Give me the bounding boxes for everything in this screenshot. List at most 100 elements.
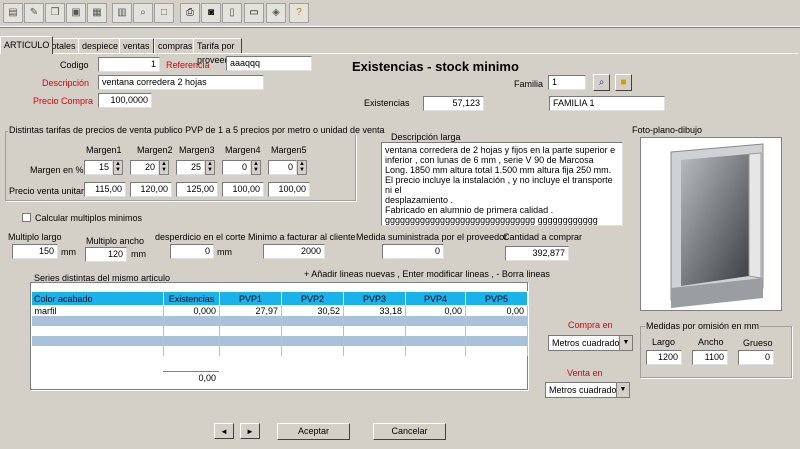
cancelar-button[interactable]: Cancelar [373,423,446,440]
descripcion-field[interactable]: ventana corredera 2 hojas [98,75,264,90]
margen1-spinner[interactable]: ▲ ▼ [113,160,123,175]
margen2-spinner[interactable]: ▲ ▼ [159,160,169,175]
col-pvp4[interactable]: PVP4 [405,291,466,306]
multiplo-ancho-field[interactable]: 120 [85,247,127,262]
largo-field[interactable]: 1200 [646,350,682,365]
precio3-field[interactable]: 125,00 [176,182,218,197]
desperdicio-unit: mm [217,247,232,257]
desc-line: El precio incluye la instalación , y no … [385,175,613,195]
tab-ventas[interactable]: ventas [119,38,154,53]
margen4-spinner[interactable]: ▲ ▼ [251,160,261,175]
margen5-spinner[interactable]: ▲ ▼ [297,160,307,175]
table-row[interactable] [31,346,528,356]
edit-icon[interactable]: ✎ [24,3,44,23]
cantidad-comprar-label: Cantidad a comprar [503,232,583,242]
multiplo-largo-field[interactable]: 150 [12,244,58,259]
margen2-field[interactable]: 20 [130,160,159,175]
table-row[interactable] [31,316,528,326]
multiplo-largo-unit: mm [61,247,76,257]
prev-record-button[interactable]: ◄ [214,423,234,439]
minimo-facturar-field[interactable]: 2000 [263,244,325,259]
tab-despiece[interactable]: despiece [78,38,123,53]
grid-icon[interactable]: ▦ [87,3,107,23]
margen3-field[interactable]: 25 [176,160,205,175]
tab-articulo[interactable]: ARTICULO [0,36,54,54]
desc-line: ventana corredera de 2 hojas y fijos en … [385,145,616,155]
venta-en-select[interactable]: Metros cuadrados ▼ [545,382,630,398]
margen1-field[interactable]: 15 [84,160,113,175]
precio2-field[interactable]: 120,00 [130,182,172,197]
cell-pvp2[interactable]: 30,52 [281,305,344,316]
desperdicio-label: desperdicio en el corte [155,232,246,242]
window-icon[interactable]: ▭ [244,3,264,23]
chevron-down-icon[interactable]: ▼ [619,336,632,350]
chevron-down-icon[interactable]: ▼ [616,383,629,397]
cell-color[interactable]: marfil [31,305,164,316]
col-color-acabado[interactable]: Color acabado [31,291,164,306]
folder-icon[interactable]: ■ [615,74,632,91]
calcular-checkbox[interactable] [22,213,31,222]
codigo-field[interactable]: 1 [98,57,160,72]
cantidad-comprar-field[interactable]: 392,877 [505,246,569,261]
compra-en-label: Compra en [568,320,613,330]
margen3-spinner[interactable]: ▲ ▼ [205,160,215,175]
series-hint: + Añadir lineas nuevas , Enter modificar… [304,269,550,279]
cell-pvp3[interactable]: 33,18 [343,305,406,316]
table-row[interactable]: marfil 0,000 27,97 30,52 33,18 0,00 0,00 [31,305,528,316]
ancho-field[interactable]: 1100 [692,350,728,365]
cell-pvp5[interactable]: 0,00 [465,305,528,316]
print-icon[interactable]: ⎙ [180,3,200,23]
margen1-header: Margen1 [86,145,122,155]
tab-compras[interactable]: compras [154,38,197,53]
precio4-field[interactable]: 100,00 [222,182,264,197]
descripcion-larga-label: Descripción larga [391,132,461,142]
tab-tarifa-proveedor[interactable]: Tarifa por proveedor [193,38,242,65]
col-pvp5[interactable]: PVP5 [465,291,528,306]
existencias-label: Existencias [364,98,410,108]
referencia-field[interactable]: aaaqqq [226,56,312,71]
desc-line: desplazamiento . [385,195,454,205]
margen5-field[interactable]: 0 [268,160,297,175]
next-record-button[interactable]: ► [240,423,260,439]
table-row[interactable] [31,336,528,346]
database-icon[interactable]: ▥ [112,3,132,23]
desperdicio-field[interactable]: 0 [170,244,214,259]
print-preview-icon[interactable]: ◙ [201,3,221,23]
col-pvp2[interactable]: PVP2 [281,291,344,306]
margen4-header: Margen4 [225,145,261,155]
table-row[interactable] [31,326,528,336]
margen4-field[interactable]: 0 [222,160,251,175]
precio1-field[interactable]: 115,00 [84,182,126,197]
col-existencias[interactable]: Existencias [163,291,220,306]
blank-icon[interactable]: □ [154,3,174,23]
eraser-icon[interactable]: ◈ [266,3,286,23]
col-pvp1[interactable]: PVP1 [219,291,282,306]
window-photo[interactable] [640,137,782,311]
cell-pvp1[interactable]: 27,97 [219,305,282,316]
grueso-field[interactable]: 0 [738,350,774,365]
save-icon[interactable]: ▤ [3,3,23,23]
existencias-field[interactable]: 57,123 [423,96,484,111]
familia-field[interactable]: 1 [548,75,586,90]
tarifas-title: Distintas tarifas de precios de venta pu… [8,125,386,135]
multiplo-ancho-label: Multiplo ancho [86,236,145,246]
search-icon[interactable]: ⌕ [133,3,153,23]
aceptar-button[interactable]: Aceptar [277,423,350,440]
venta-en-value: Metros cuadrados [549,385,622,395]
cell-existencias[interactable]: 0,000 [163,305,220,316]
precio-compra-field[interactable]: 100,0000 [98,93,152,108]
precio5-field[interactable]: 100,00 [268,182,310,197]
cell-pvp4[interactable]: 0,00 [405,305,466,316]
paste-icon[interactable]: ▣ [66,3,86,23]
help-icon[interactable]: ? [289,3,309,23]
page-icon[interactable]: ▯ [222,3,242,23]
familia-name-field[interactable]: FAMILIA 1 [549,96,665,111]
col-pvp3[interactable]: PVP3 [343,291,406,306]
medidas-title: Medidas por omisión en mm [645,321,761,331]
familia-search-icon[interactable]: ⌕ [593,74,610,91]
copy-icon[interactable]: ❐ [45,3,65,23]
medida-suministrada-field[interactable]: 0 [382,244,444,259]
margen3-header: Margen3 [179,145,215,155]
descripcion-larga-textarea[interactable]: ventana corredera de 2 hojas y fijos en … [381,142,623,226]
compra-en-select[interactable]: Metros cuadrados ▼ [548,335,633,351]
